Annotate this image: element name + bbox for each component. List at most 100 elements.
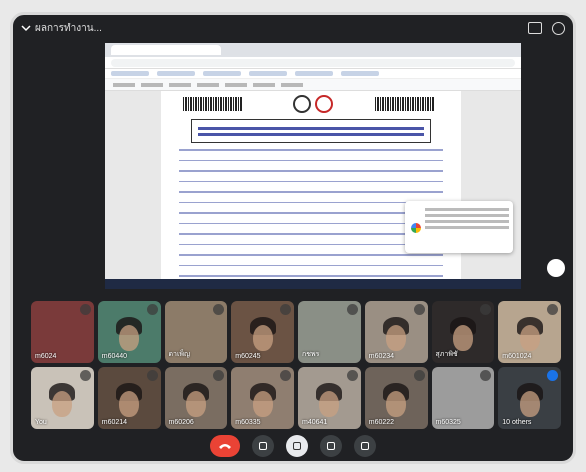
- participant-face: [119, 390, 140, 417]
- participant-tile[interactable]: m60335: [231, 367, 294, 429]
- participant-name: m60245: [235, 353, 261, 360]
- participant-face: [119, 324, 140, 351]
- mic-muted-icon: [213, 370, 225, 381]
- bookmark: [295, 71, 333, 76]
- participant-face: [386, 324, 407, 351]
- mic-muted-icon: [280, 304, 291, 315]
- participant-tile[interactable]: m601024: [498, 301, 561, 363]
- participant-name: m6024: [35, 353, 57, 360]
- participant-face: [185, 390, 206, 417]
- participant-grid: m6024 m60440 ดาเพ็ญ m60245 กชพร m60234 สุภาพิช…: [31, 301, 561, 433]
- mic-muted-icon: [346, 304, 358, 315]
- meeting-window: ผลการทำงาน... m6024 m60440 ดาเพ็ญ m60245…: [10, 12, 576, 464]
- camera-button[interactable]: [252, 435, 274, 457]
- logo-icon: [315, 95, 333, 113]
- document-form-lines: [179, 149, 443, 286]
- mic-muted-icon: [480, 370, 492, 381]
- participant-name: m60325: [435, 419, 461, 426]
- participant-name: m60222: [368, 419, 395, 426]
- profile-icon[interactable]: [552, 21, 565, 35]
- participant-face: [519, 390, 540, 417]
- participant-tile[interactable]: m60234: [364, 301, 428, 363]
- notification-popup[interactable]: [405, 201, 513, 253]
- participant-tile[interactable]: m6024: [31, 301, 94, 363]
- mic-muted-icon: [346, 370, 358, 381]
- participant-name: m60234: [368, 353, 395, 360]
- camera-icon: [259, 442, 267, 450]
- mic-muted-icon: [146, 304, 158, 315]
- participant-tile[interactable]: You: [31, 367, 94, 429]
- participant-tile[interactable]: m60440: [97, 301, 161, 363]
- participant-name: m60440: [101, 353, 128, 360]
- browser-tabbar: [105, 43, 521, 57]
- chevron-down-icon[interactable]: [21, 23, 31, 33]
- document-header-box: [191, 119, 431, 143]
- participant-face: [519, 324, 540, 351]
- bookmark: [249, 71, 287, 76]
- more-options-button[interactable]: [354, 435, 376, 457]
- mic-button[interactable]: [286, 435, 308, 457]
- participant-tile[interactable]: m60222: [364, 367, 428, 429]
- barcode-right: [375, 97, 435, 111]
- participant-name: ดาเพ็ญ: [168, 351, 190, 358]
- participant-face: [252, 324, 273, 351]
- mic-muted-icon: [213, 304, 225, 315]
- mic-muted-icon: [547, 370, 558, 381]
- participant-name: m601024: [502, 353, 532, 360]
- participant-tile[interactable]: สุภาพิชั: [431, 301, 495, 363]
- bookmarks-bar: [105, 69, 521, 79]
- meeting-title: ผลการทำงาน...: [35, 22, 102, 34]
- participant-tile[interactable]: m60206: [164, 367, 228, 429]
- participant-name: m40641: [302, 419, 328, 426]
- participant-face: [252, 390, 273, 417]
- pdf-viewer: [105, 91, 521, 289]
- taskbar: [105, 279, 521, 289]
- participant-tile[interactable]: m60325: [431, 367, 495, 429]
- more-vert-icon: [361, 442, 369, 450]
- participant-name: You: [35, 419, 47, 426]
- mic-muted-icon: [413, 370, 425, 381]
- participant-tile[interactable]: 10 others: [498, 367, 561, 429]
- chrome-icon: [411, 223, 421, 233]
- fullscreen-button[interactable]: [547, 259, 565, 277]
- barcode-left: [183, 97, 243, 111]
- raise-hand-button[interactable]: [320, 435, 342, 457]
- participant-face: [386, 390, 407, 417]
- mic-muted-icon: [280, 370, 291, 381]
- participant-name: สุภาพิชั: [435, 351, 458, 358]
- mic-muted-icon: [413, 304, 425, 315]
- hangup-icon: [219, 444, 231, 449]
- pip-icon[interactable]: [528, 22, 542, 34]
- call-controls: [13, 435, 573, 457]
- participant-tile[interactable]: กชพร: [298, 301, 361, 363]
- meeting-topbar: ผลการทำงาน...: [13, 15, 573, 41]
- participant-face: [452, 324, 473, 351]
- mic-muted-icon: [480, 304, 492, 315]
- hand-icon: [327, 442, 335, 450]
- participant-tile[interactable]: ดาเพ็ญ: [164, 301, 228, 363]
- pdf-toolbar: [105, 79, 521, 91]
- participant-tile[interactable]: m40641: [298, 367, 361, 429]
- screen-share: [105, 43, 521, 289]
- bookmark: [157, 71, 195, 76]
- bookmark: [341, 71, 379, 76]
- participant-name: m60206: [168, 419, 194, 426]
- bookmark: [111, 71, 149, 76]
- bookmark: [203, 71, 241, 76]
- participant-face: [319, 390, 340, 417]
- end-call-button[interactable]: [210, 435, 240, 457]
- participant-name: กชพร: [302, 351, 320, 358]
- document-page: [161, 91, 461, 289]
- mic-muted-icon: [547, 304, 558, 315]
- mic-off-icon: [293, 442, 301, 450]
- mic-muted-icon: [79, 370, 91, 381]
- browser-tab: [111, 45, 221, 55]
- mic-muted-icon: [79, 304, 91, 315]
- participant-name: m60214: [101, 419, 128, 426]
- participant-face: [52, 390, 73, 417]
- participant-tile[interactable]: m60214: [97, 367, 161, 429]
- participant-tile[interactable]: m60245: [231, 301, 294, 363]
- address-field: [111, 58, 515, 67]
- participant-name: m60335: [235, 419, 261, 426]
- participant-name: 10 others: [502, 419, 532, 426]
